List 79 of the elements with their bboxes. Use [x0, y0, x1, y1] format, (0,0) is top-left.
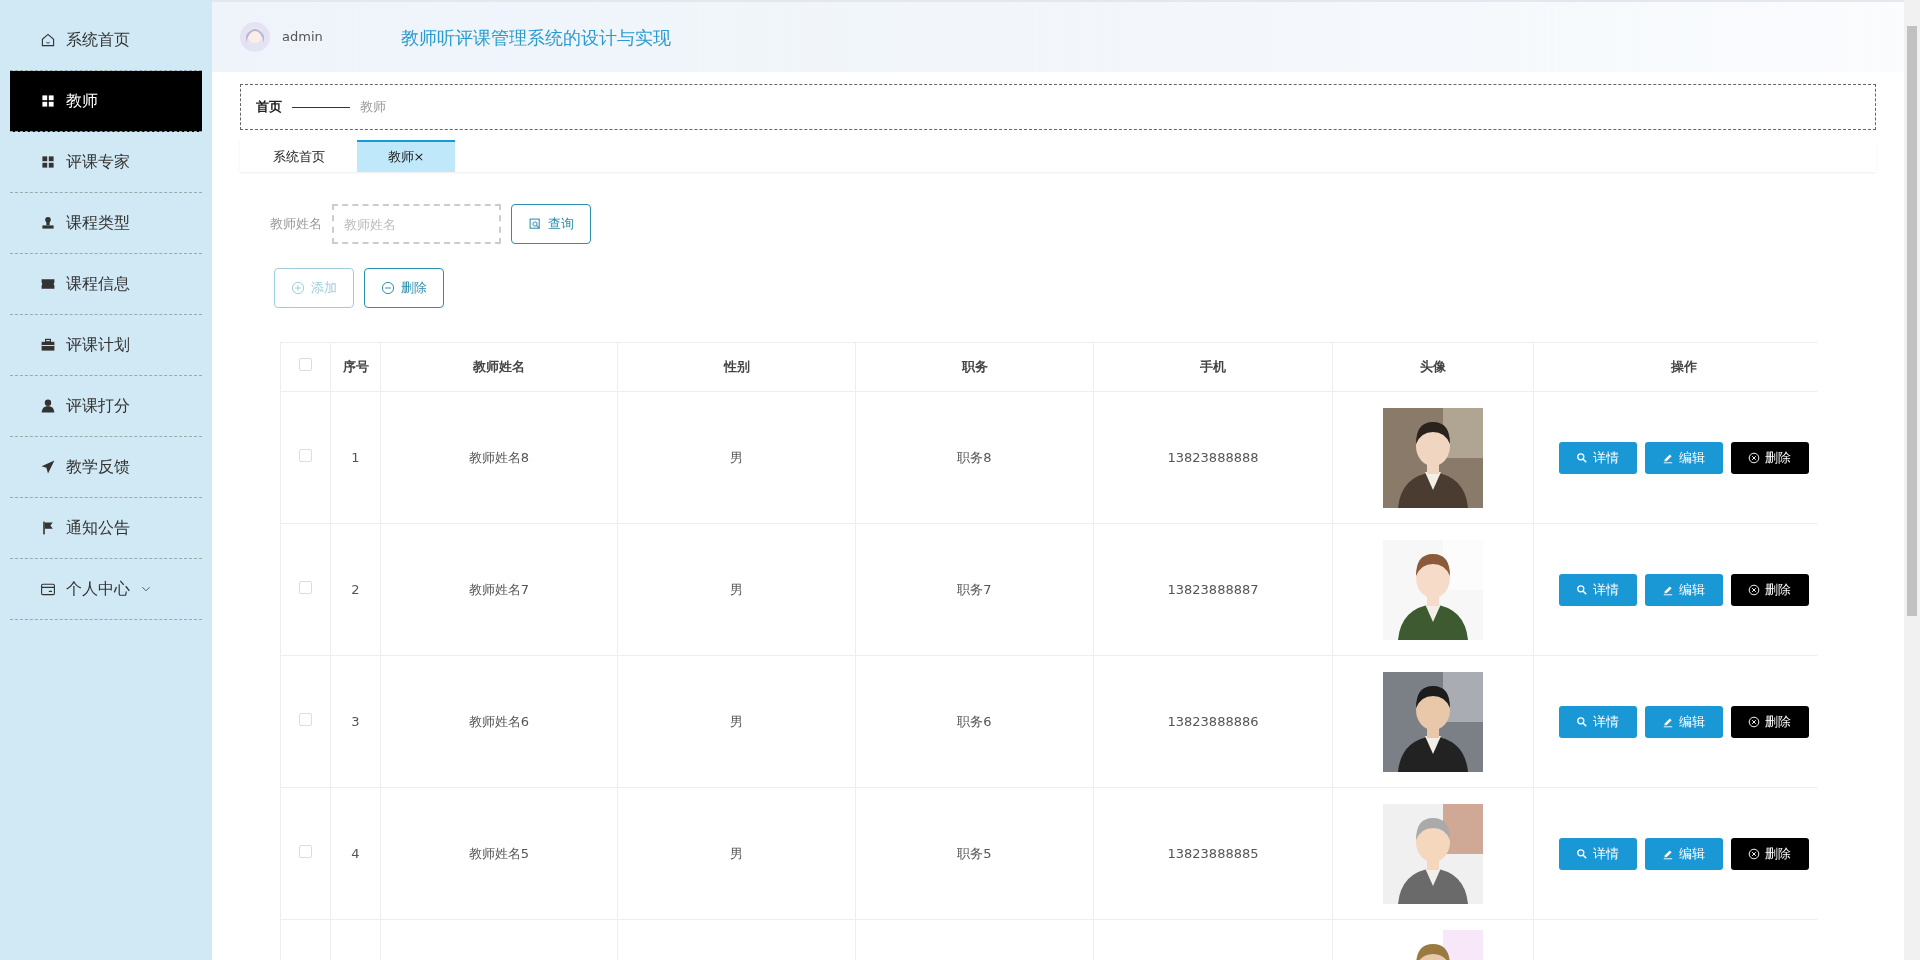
user-name: admin [282, 28, 323, 47]
table-cell: 职务6 [957, 713, 992, 729]
table-cell: 13823888885 [1167, 845, 1259, 861]
sidebar-item[interactable]: 评课打分 [10, 376, 202, 437]
table-cell: 男 [730, 581, 743, 597]
table-cell: 13823888887 [1167, 581, 1259, 597]
delete-button[interactable]: 删除 [364, 268, 444, 308]
table-cell: 3 [351, 713, 360, 729]
table-cell: 2 [351, 581, 360, 597]
delete-button[interactable]: 删除 [1730, 441, 1809, 474]
column-header: 序号 [342, 359, 369, 375]
tab[interactable]: 系统首页 [240, 140, 357, 172]
column-header: 教师姓名 [473, 359, 525, 375]
sidebar-item[interactable]: 评课计划 [10, 315, 202, 376]
grid-icon [40, 93, 56, 109]
column-header: 性别 [723, 359, 750, 375]
table-cell: 1 [351, 449, 360, 465]
breadcrumb-item: 教师 [360, 98, 386, 117]
scrollbar[interactable] [1904, 0, 1920, 960]
ticket-icon [40, 276, 56, 292]
delete-button[interactable]: 删除 [1730, 705, 1809, 738]
table-cell: 男 [730, 713, 743, 729]
close-circle-icon [1748, 451, 1760, 464]
column-header: 头像 [1420, 359, 1446, 375]
close-circle-icon [1748, 715, 1760, 728]
table-cell: 男 [730, 449, 743, 465]
table-cell: 13823888886 [1167, 713, 1259, 729]
search-icon [1576, 715, 1588, 728]
search-icon [1576, 847, 1588, 860]
avatar-icon [240, 22, 270, 52]
sidebar-item[interactable]: 课程信息 [10, 254, 202, 315]
house-icon [40, 32, 56, 48]
search-button[interactable]: 查询 [511, 204, 591, 244]
paper-plane-icon [40, 459, 56, 475]
grid-icon [40, 154, 56, 170]
table-cell: 教师姓名6 [468, 713, 530, 729]
checkbox[interactable] [299, 358, 312, 372]
sidebar-item[interactable]: 评课专家 [10, 132, 202, 193]
table-cell: 男 [730, 845, 743, 861]
checkbox[interactable] [299, 448, 312, 462]
minus-circle-icon [381, 281, 395, 295]
briefcase-icon [40, 337, 56, 353]
delete-button[interactable]: 删除 [1730, 573, 1809, 606]
column-header: 操作 [1670, 359, 1697, 375]
table-cell: 4 [351, 845, 360, 861]
sidebar-item[interactable]: 课程类型 [10, 193, 202, 254]
search-icon [1576, 583, 1588, 596]
close-circle-icon [1748, 847, 1760, 860]
search-icon [1576, 451, 1588, 464]
column-header: 手机 [1200, 359, 1226, 375]
delete-button[interactable]: 删除 [1730, 837, 1809, 870]
scrollbar-thumb[interactable] [1907, 26, 1917, 616]
table-cell: 教师姓名5 [468, 845, 530, 861]
sidebar-item[interactable]: 个人中心 [10, 559, 202, 620]
card-icon [40, 581, 56, 597]
table-cell: 13823888888 [1167, 449, 1259, 465]
checkbox[interactable] [299, 580, 312, 594]
plus-circle-icon [291, 281, 305, 295]
table-cell: 职务7 [957, 581, 992, 597]
breadcrumb-item[interactable]: 首页 [256, 97, 282, 117]
tab[interactable]: 教师× [357, 140, 455, 172]
table-cell: 职务5 [957, 845, 992, 861]
search-icon [528, 217, 542, 231]
sidebar-item[interactable]: 教学反馈 [10, 437, 202, 498]
table-cell: 教师姓名7 [468, 581, 530, 597]
table-cell: 教师姓名8 [468, 449, 530, 465]
flag-icon [40, 520, 56, 536]
checkbox[interactable] [299, 844, 312, 858]
close-circle-icon [1748, 583, 1760, 596]
field-label: 教师姓名 [270, 215, 322, 234]
search-field[interactable]: 教师姓名 [332, 204, 501, 244]
app-title: 教师听评课管理系统的设计与实现 [400, 25, 671, 50]
table-cell: 职务8 [957, 449, 992, 465]
column-header: 职务 [961, 359, 988, 375]
sidebar-item[interactable]: 通知公告 [10, 498, 202, 559]
sidebar-item[interactable]: 教师 [10, 71, 202, 132]
checkbox[interactable] [299, 712, 312, 726]
person-icon [40, 398, 56, 414]
stamp-icon [40, 215, 56, 231]
